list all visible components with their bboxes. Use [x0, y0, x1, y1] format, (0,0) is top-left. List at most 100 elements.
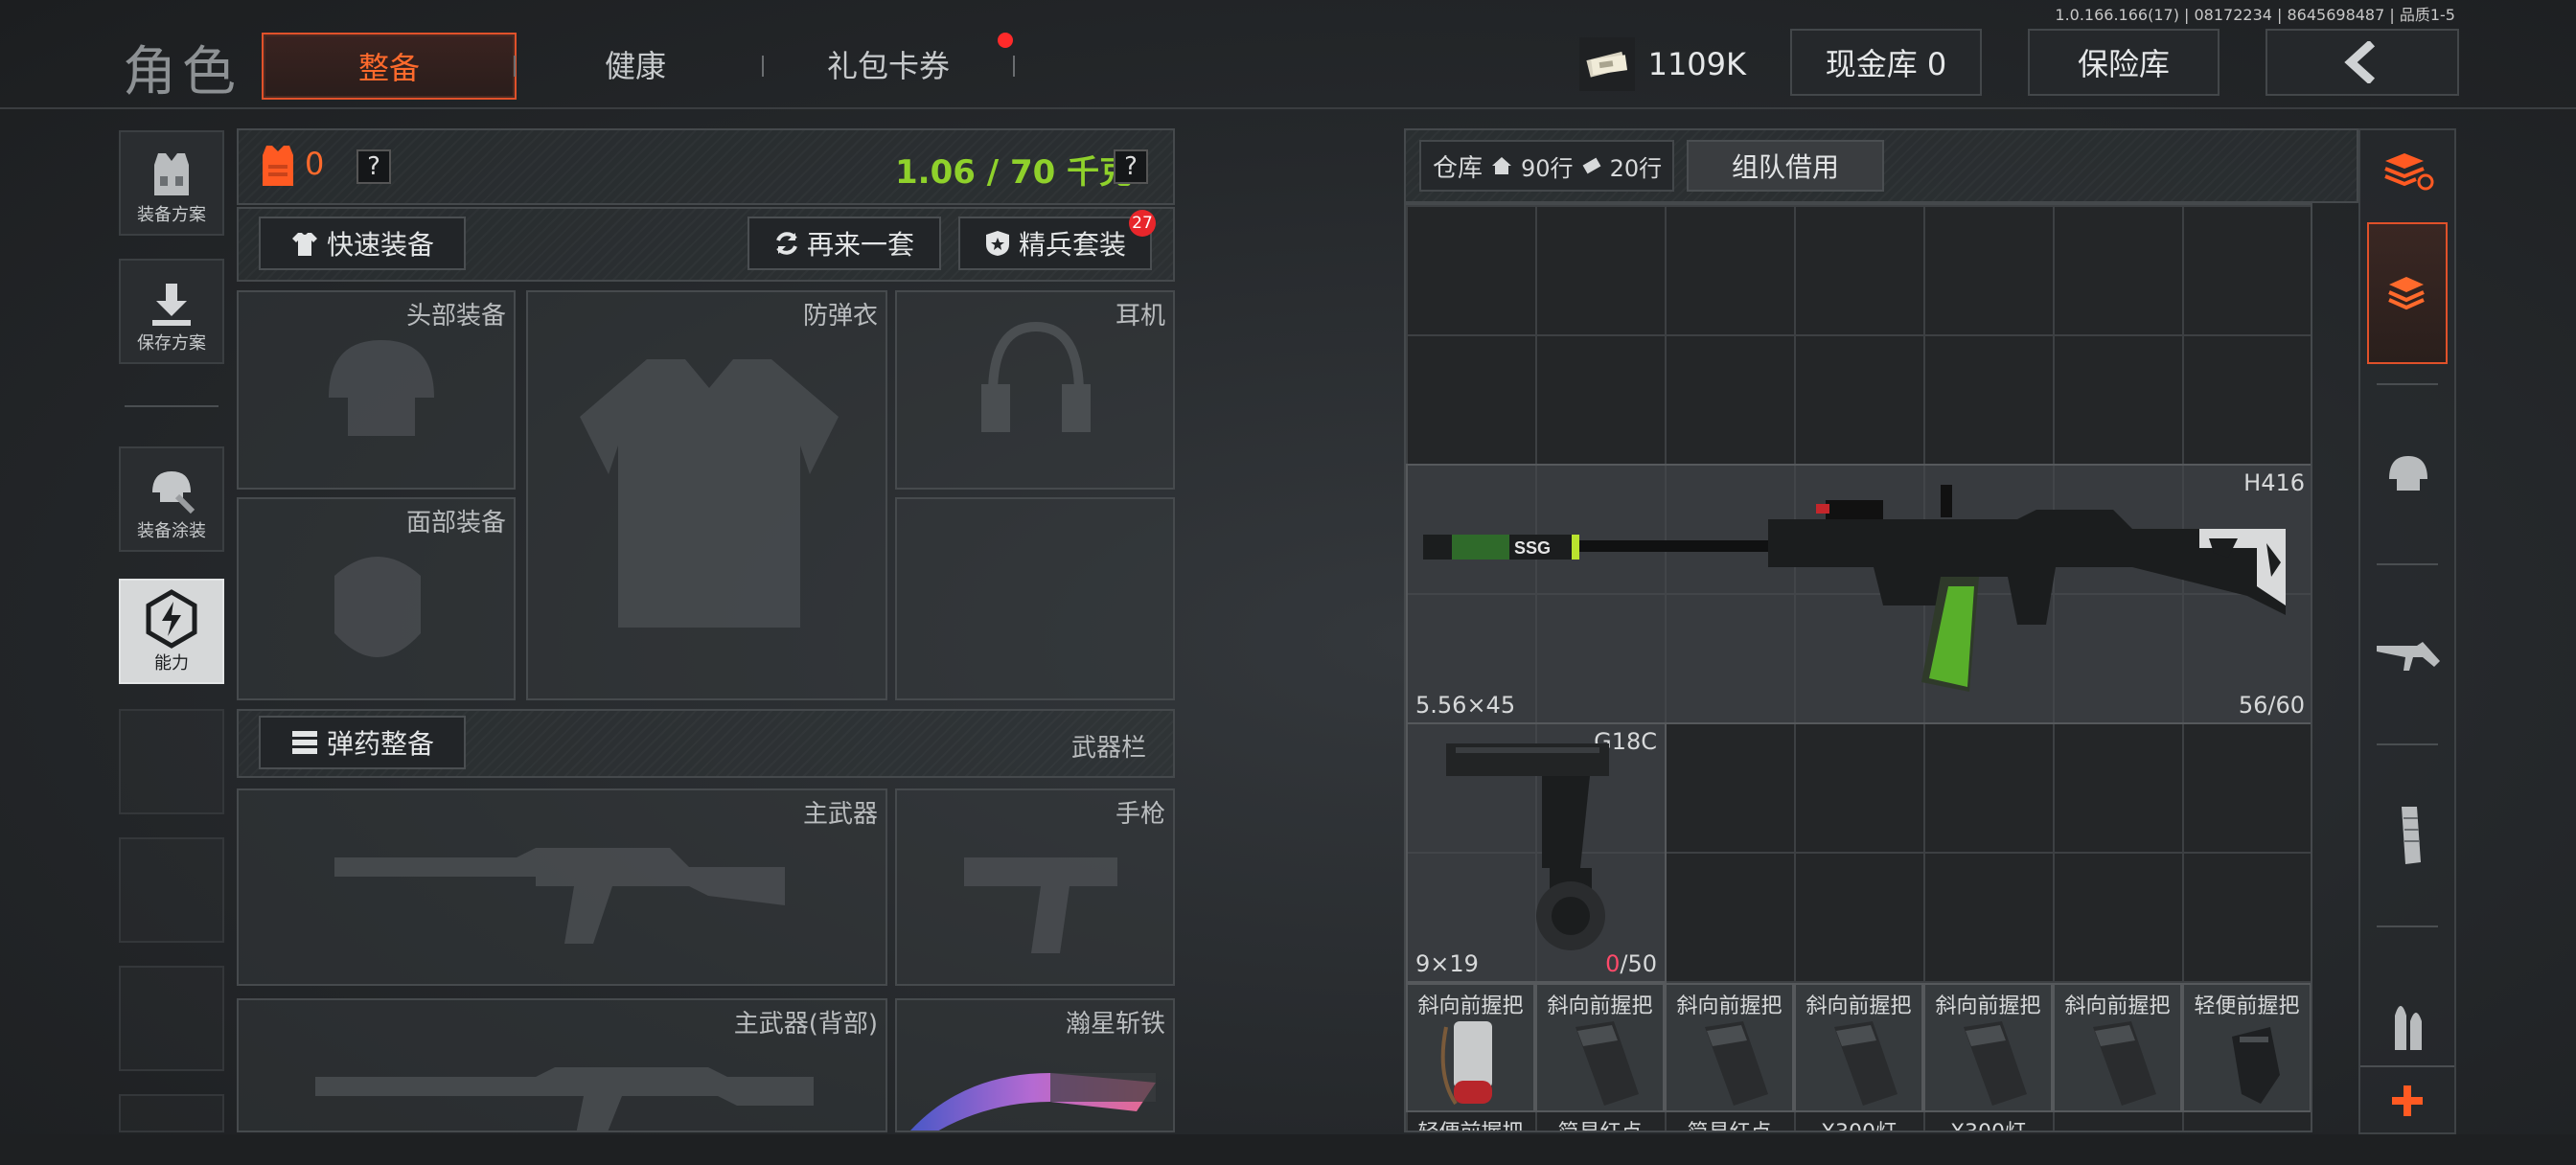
- chevron-left-icon: [2344, 41, 2376, 83]
- weight-display: 1.06 / 70 千克: [895, 153, 1133, 192]
- warehouse-tab[interactable]: 仓库 90行 20行: [1419, 140, 1674, 192]
- divider: [2377, 743, 2438, 745]
- vest-slot[interactable]: 防弹衣: [526, 290, 887, 700]
- tab-separator: [1013, 56, 1015, 77]
- attachment-item[interactable]: 简易红点: [1535, 1111, 1665, 1131]
- stack-refresh-button[interactable]: [2360, 134, 2456, 207]
- g18c-pistol-icon: [1446, 743, 1609, 950]
- attachment-item[interactable]: 简易红点: [1665, 1111, 1794, 1131]
- plus-icon: [2392, 1085, 2423, 1116]
- tab-health[interactable]: 健康: [510, 33, 761, 96]
- weapon-bar-label: 武器栏: [1071, 734, 1147, 763]
- attachment-item[interactable]: 斜向前握把: [1535, 983, 1665, 1112]
- grip-icon: [1705, 1021, 1768, 1106]
- ammo-equip-label: 弹药整备: [326, 728, 434, 760]
- ticket-rows: 20行: [1609, 154, 1663, 182]
- slot-label: 瀚星斩铁: [1065, 1010, 1165, 1039]
- attachment-item[interactable]: X300灯: [1794, 1111, 1923, 1131]
- money-icon: [1579, 37, 1635, 91]
- armor-icon: [261, 142, 295, 190]
- refresh-icon: [776, 232, 797, 255]
- rifle-icon: [2377, 642, 2440, 671]
- stack-icon: [2388, 277, 2425, 310]
- attachment-item[interactable]: 斜向前握把: [1794, 983, 1923, 1112]
- attachment-name: X300灯: [1794, 1115, 1923, 1131]
- divider: [2377, 925, 2438, 927]
- ability-button[interactable]: 能力: [119, 579, 224, 684]
- help-button[interactable]: ?: [356, 149, 391, 184]
- ammo-filter-button[interactable]: [2360, 987, 2456, 1060]
- h416-item[interactable]: H416 SSG 5.56×45 56/60: [1406, 464, 2311, 724]
- primary-weapon-slot[interactable]: 主武器: [237, 788, 887, 986]
- nav-label: 装备涂装: [137, 521, 206, 541]
- nav-label: 能力: [154, 653, 189, 674]
- attachment-item[interactable]: 斜向前握把: [1665, 983, 1794, 1112]
- elite-set-label: 精兵套装: [1018, 229, 1126, 261]
- attachment-item[interactable]: 斜向前握把: [1406, 983, 1535, 1112]
- elite-badge: 27: [1129, 210, 1156, 237]
- attachment-item[interactable]: 轻便前握把: [1406, 1111, 1535, 1131]
- tab-gift-cards[interactable]: 礼包卡券: [763, 33, 1014, 96]
- face-slot[interactable]: 面部装备: [237, 497, 516, 700]
- back-button[interactable]: [2266, 29, 2459, 96]
- helmet-filter-button[interactable]: [2360, 437, 2456, 510]
- item-caliber: 5.56×45: [1415, 692, 1516, 719]
- bullet-icon: [2395, 1006, 2422, 1050]
- home-icon: [1492, 157, 1512, 174]
- rifle-filter-button[interactable]: [2360, 619, 2456, 692]
- melee-slot[interactable]: 瀚星斩铁: [895, 998, 1175, 1132]
- stack-tab-active[interactable]: [2367, 222, 2448, 364]
- headset-icon: [981, 321, 1091, 432]
- warehouse-label: 仓库: [1433, 153, 1484, 183]
- primary-weapon-back-slot[interactable]: 主武器(背部): [237, 998, 887, 1132]
- armor-value: 0: [305, 146, 325, 182]
- attachment-name: 斜向前握把: [2064, 994, 2171, 1018]
- quick-equip-label: 快速装备: [326, 229, 434, 261]
- pistol-slot[interactable]: 手枪: [895, 788, 1175, 986]
- helmet-paint-icon: [152, 471, 196, 514]
- attachment-name: 斜向前握把: [1676, 994, 1782, 1018]
- magazine-filter-button[interactable]: [2360, 799, 2456, 872]
- attachment-item[interactable]: 斜向前握把: [2053, 983, 2182, 1112]
- home-rows: 90行: [1521, 154, 1574, 182]
- insurance-vault-button[interactable]: 保险库: [2028, 29, 2220, 96]
- save-plan-button[interactable]: 保存方案: [119, 259, 224, 364]
- again-set-label: 再来一套: [806, 229, 914, 261]
- currency-amount: 1109K: [1647, 46, 1746, 82]
- rifle-icon: [334, 848, 785, 944]
- headset-slot[interactable]: 耳机: [895, 290, 1175, 490]
- shield-icon: [985, 231, 1009, 256]
- attachment-item[interactable]: X300灯: [1923, 1111, 2053, 1131]
- download-icon: [152, 284, 191, 326]
- page-title: 角色: [123, 41, 242, 103]
- weight-help-button[interactable]: ?: [1114, 149, 1148, 184]
- head-slot[interactable]: 头部装备: [237, 290, 516, 490]
- g18c-item[interactable]: G18C 9×19 0/50: [1406, 722, 1667, 983]
- karambit-icon: [910, 1073, 1156, 1131]
- equipment-paint-button[interactable]: 装备涂装: [119, 446, 224, 552]
- shirt-icon: [291, 233, 317, 256]
- nav-label: 保存方案: [137, 333, 206, 354]
- attachment-item[interactable]: 斜向前握把: [1923, 983, 2053, 1112]
- attachment-name: 简易红点: [1535, 1115, 1665, 1131]
- h416-rifle-icon: SSG: [1423, 485, 2286, 692]
- empty-slot: [119, 709, 224, 814]
- ammo-equip-button[interactable]: 弹药整备: [259, 716, 466, 769]
- quick-equip-button[interactable]: 快速装备: [259, 217, 466, 270]
- tab-loadout[interactable]: 整备: [262, 33, 517, 100]
- warehouse-grid: H416 SSG 5.56×45 56/60 G18C 9×19 0/50 斜向…: [1404, 203, 2312, 1132]
- pistol-icon: [964, 857, 1117, 953]
- add-button[interactable]: [2360, 1065, 2454, 1134]
- cash-vault-button[interactable]: 现金库 0: [1790, 29, 1982, 96]
- attachment-name: 轻便前握把: [1406, 1115, 1535, 1131]
- loadout-plan-button[interactable]: 装备方案: [119, 130, 224, 236]
- team-borrow-button[interactable]: 组队借用: [1687, 140, 1884, 192]
- divider: [2377, 383, 2438, 385]
- item-ammo: 56/60: [2238, 692, 2305, 719]
- again-set-button[interactable]: 再来一套: [748, 217, 941, 270]
- slot-label: 主武器(背部): [733, 1010, 878, 1039]
- attachment-item[interactable]: 轻便前握把: [2182, 983, 2311, 1112]
- elite-set-button[interactable]: 精兵套装: [958, 217, 1152, 270]
- slot-label: 耳机: [1115, 302, 1165, 331]
- ticket-icon: [1582, 157, 1600, 174]
